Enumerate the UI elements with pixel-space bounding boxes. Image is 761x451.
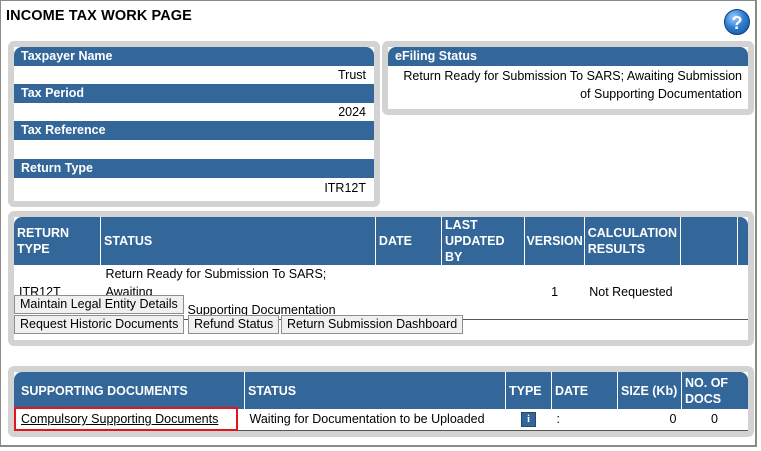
col-doc-status: STATUS xyxy=(244,372,506,409)
efiling-status-line2: of Supporting Documentation xyxy=(580,87,742,101)
highlight-box xyxy=(14,407,238,431)
col-last-updated: LAST UPDATED BY xyxy=(441,217,526,265)
tax-reference-value xyxy=(14,141,366,158)
taxpayer-name-label: Taxpayer Name xyxy=(14,47,374,66)
tax-reference-label: Tax Reference xyxy=(14,121,374,140)
returns-panel: RETURN TYPE STATUS DATE LAST UPDATED BY … xyxy=(8,211,754,346)
return-type-label: Return Type xyxy=(14,159,374,178)
tax-period-label: Tax Period xyxy=(14,84,374,103)
efiling-panel: eFiling Status Return Ready for Submissi… xyxy=(382,41,754,115)
col-doc-type: TYPE xyxy=(505,372,552,409)
doc-row-size: 0 xyxy=(669,412,677,427)
row-date xyxy=(375,265,441,320)
info-icon[interactable]: i xyxy=(521,412,536,428)
col-doc-date: DATE xyxy=(551,372,618,409)
col-date: DATE xyxy=(375,217,443,265)
col-return-type: RETURN TYPE xyxy=(14,217,102,265)
help-icon[interactable]: ? xyxy=(724,9,750,35)
col-status: STATUS xyxy=(100,217,376,265)
col-version: VERSION xyxy=(524,217,585,265)
efiling-status-label: eFiling Status xyxy=(388,47,748,66)
supporting-documents-panel: SUPPORTING DOCUMENTS STATUS TYPE DATE SI… xyxy=(8,366,754,437)
row-calculation-results: Not Requested xyxy=(589,285,673,299)
col-calculation-results: CALCULATION RESULTS xyxy=(584,217,682,265)
row-last-updated-by xyxy=(442,265,525,320)
taxpayer-panel: Taxpayer Name Trust Tax Period 2024 Tax … xyxy=(8,41,380,207)
request-historic-documents-button[interactable]: Request Historic Documents xyxy=(14,315,185,334)
page-title: INCOME TAX WORK PAGE xyxy=(6,8,192,24)
col-doc-size: SIZE (Kb) xyxy=(617,372,682,409)
row-version: 1 xyxy=(551,285,559,299)
return-type-value: ITR12T xyxy=(324,181,366,195)
return-submission-dashboard-button[interactable]: Return Submission Dashboard xyxy=(281,315,464,334)
col-supporting-documents: SUPPORTING DOCUMENTS xyxy=(14,372,245,409)
efiling-status-line1: Return Ready for Submission To SARS; Awa… xyxy=(403,69,742,83)
col-doc-count: NO. OF DOCS xyxy=(681,372,748,409)
col-empty-1 xyxy=(680,217,739,265)
col-empty-2 xyxy=(737,217,748,265)
taxpayer-name-value: Trust xyxy=(337,68,366,82)
doc-row-status: Waiting for Documentation to be Uploaded xyxy=(249,412,485,427)
tax-period-value: 2024 xyxy=(338,105,366,119)
doc-row-date: : xyxy=(556,412,560,427)
maintain-legal-entity-button[interactable]: Maintain Legal Entity Details xyxy=(14,295,184,314)
doc-row-count: 0 xyxy=(711,412,718,427)
refund-status-button[interactable]: Refund Status xyxy=(188,315,280,334)
